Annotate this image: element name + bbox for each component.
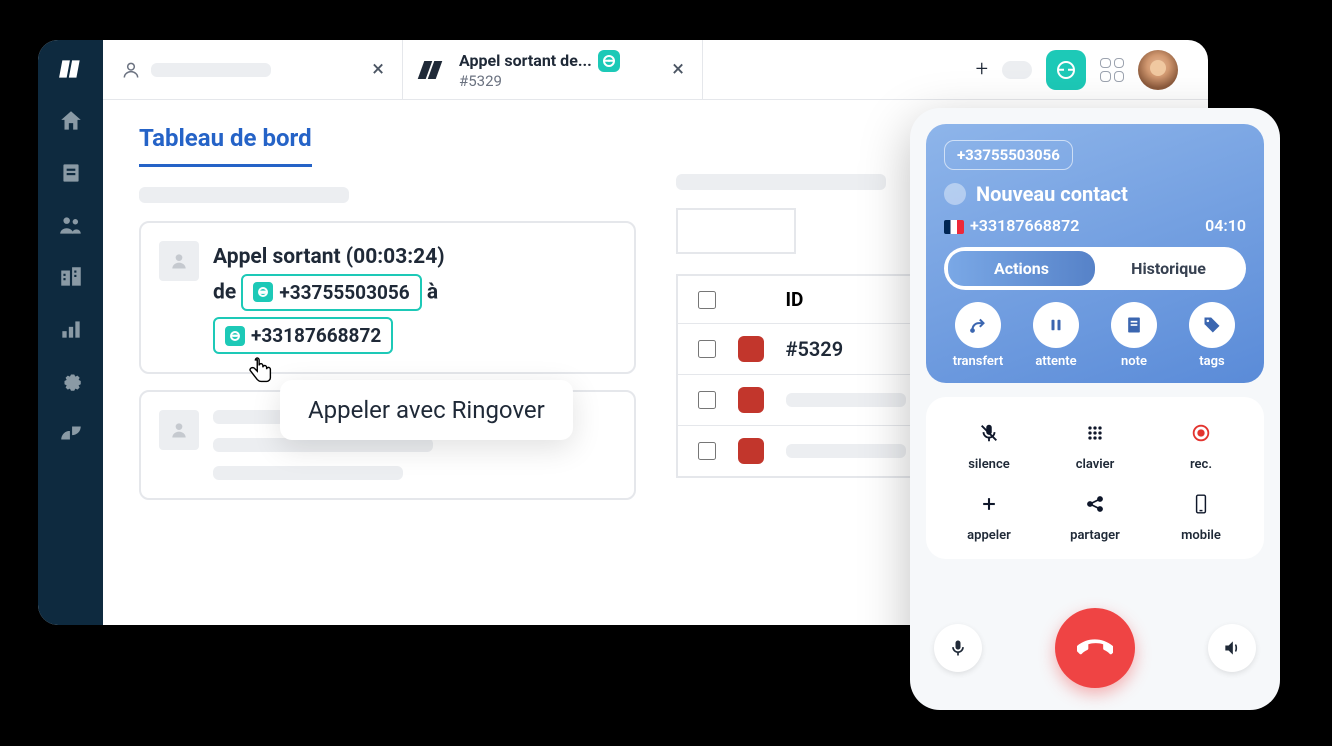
user-icon [121,59,141,81]
close-icon[interactable]: × [372,57,384,82]
tab-user[interactable]: × [103,40,403,99]
contact-name: Nouveau contact [976,182,1128,206]
add-call-button[interactable]: appeler [936,484,1042,543]
tab-label-placeholder [151,63,271,77]
keypad-icon [1075,413,1115,453]
share-button[interactable]: partager [1042,484,1148,543]
hangup-button[interactable] [1055,608,1135,688]
gear-icon[interactable] [58,368,84,394]
transfer-button[interactable]: transfert [944,302,1012,369]
tab-actions[interactable]: Actions [948,251,1095,286]
zendesk-icon[interactable] [58,420,84,446]
mobile-button[interactable]: mobile [1148,484,1254,543]
row-checkbox[interactable] [698,291,716,309]
call-prefix: de [213,280,236,304]
ringover-chip-icon [225,326,245,346]
dialer-mid-actions: silence clavier rec. appeler partager [926,397,1264,559]
mic-button[interactable] [934,624,982,672]
call-timer: 04:10 [1205,216,1246,235]
status-square-icon [738,336,764,362]
left-column: Tableau de bord Appel sortant (00:03:24)… [139,124,636,601]
speaker-button[interactable] [1208,624,1256,672]
tabs-bar: × Appel sortant de... #5329 × [103,40,1208,100]
dialer-bottom [926,594,1264,694]
page-title: Tableau de bord [139,124,312,167]
dialer-panel: +33755503056 Nouveau contact +3318766887… [910,108,1280,710]
dialer-header: +33755503056 Nouveau contact +3318766887… [926,124,1264,383]
mobile-icon [1181,484,1221,524]
call-line-1: Appel sortant (00:03:24) [213,241,616,274]
note-button[interactable]: note [1100,302,1168,369]
toggle-placeholder[interactable] [1002,61,1032,79]
row-checkbox[interactable] [698,442,716,460]
keypad-button[interactable]: clavier [1042,413,1148,472]
tag-icon [1189,302,1235,348]
record-button[interactable]: rec. [1148,413,1254,472]
ringover-button[interactable] [1046,50,1086,90]
pause-icon [1033,302,1079,348]
note-icon [1111,302,1157,348]
contact-dot-icon [944,183,966,205]
table-empty-header [676,208,796,254]
dialer-number-chip[interactable]: +33755503056 [944,140,1073,170]
column-id: ID [786,288,804,311]
call-suffix: à [427,280,438,304]
contact-phone: +33187668872 [970,216,1079,235]
plus-icon [969,484,1009,524]
sidebar [38,40,103,625]
share-icon [1075,484,1115,524]
tab-call[interactable]: Appel sortant de... #5329 × [403,40,703,99]
call-tooltip: Appeler avec Ringover [280,380,573,440]
dialer-tabs: Actions Historique [944,247,1246,290]
header-right: + [976,50,1208,90]
status-square-icon [738,438,764,464]
transfer-icon [955,302,1001,348]
tags-button[interactable]: tags [1178,302,1246,369]
row-id: #5329 [786,337,844,361]
silence-button[interactable]: silence [936,413,1042,472]
phone-from-chip[interactable]: +33755503056 [241,274,421,311]
call-card[interactable]: Appel sortant (00:03:24) de +33755503056… [139,221,636,374]
tab-history[interactable]: Historique [1095,251,1242,286]
mic-off-icon [969,413,1009,453]
phone-to-chip[interactable]: +33187668872 [213,317,393,354]
close-icon[interactable]: × [672,57,684,82]
home-icon[interactable] [58,108,84,134]
placeholder [139,187,349,203]
record-icon [1181,413,1221,453]
avatar[interactable] [1138,50,1178,90]
chart-icon[interactable] [58,316,84,342]
tab-subtitle: #5329 [459,72,620,90]
flag-fr-icon [944,220,964,234]
ringover-chip-icon [253,282,273,302]
row-checkbox[interactable] [698,340,716,358]
apps-grid-icon[interactable] [1100,58,1124,82]
tab-title: Appel sortant de... [459,51,592,70]
hold-button[interactable]: attente [1022,302,1090,369]
tab-brand-icon [421,61,449,79]
card-avatar-icon [159,241,199,281]
row-checkbox[interactable] [698,391,716,409]
ringover-icon [1057,61,1075,79]
users-icon[interactable] [58,212,84,238]
status-square-icon [738,387,764,413]
ringover-badge-icon [598,50,620,72]
buildings-icon[interactable] [58,264,84,290]
document-icon[interactable] [58,160,84,186]
add-icon[interactable]: + [976,57,988,82]
cursor-hand-icon [246,356,276,390]
brand-logo-icon[interactable] [58,56,84,82]
card-avatar-icon [159,410,199,450]
placeholder [676,174,886,190]
